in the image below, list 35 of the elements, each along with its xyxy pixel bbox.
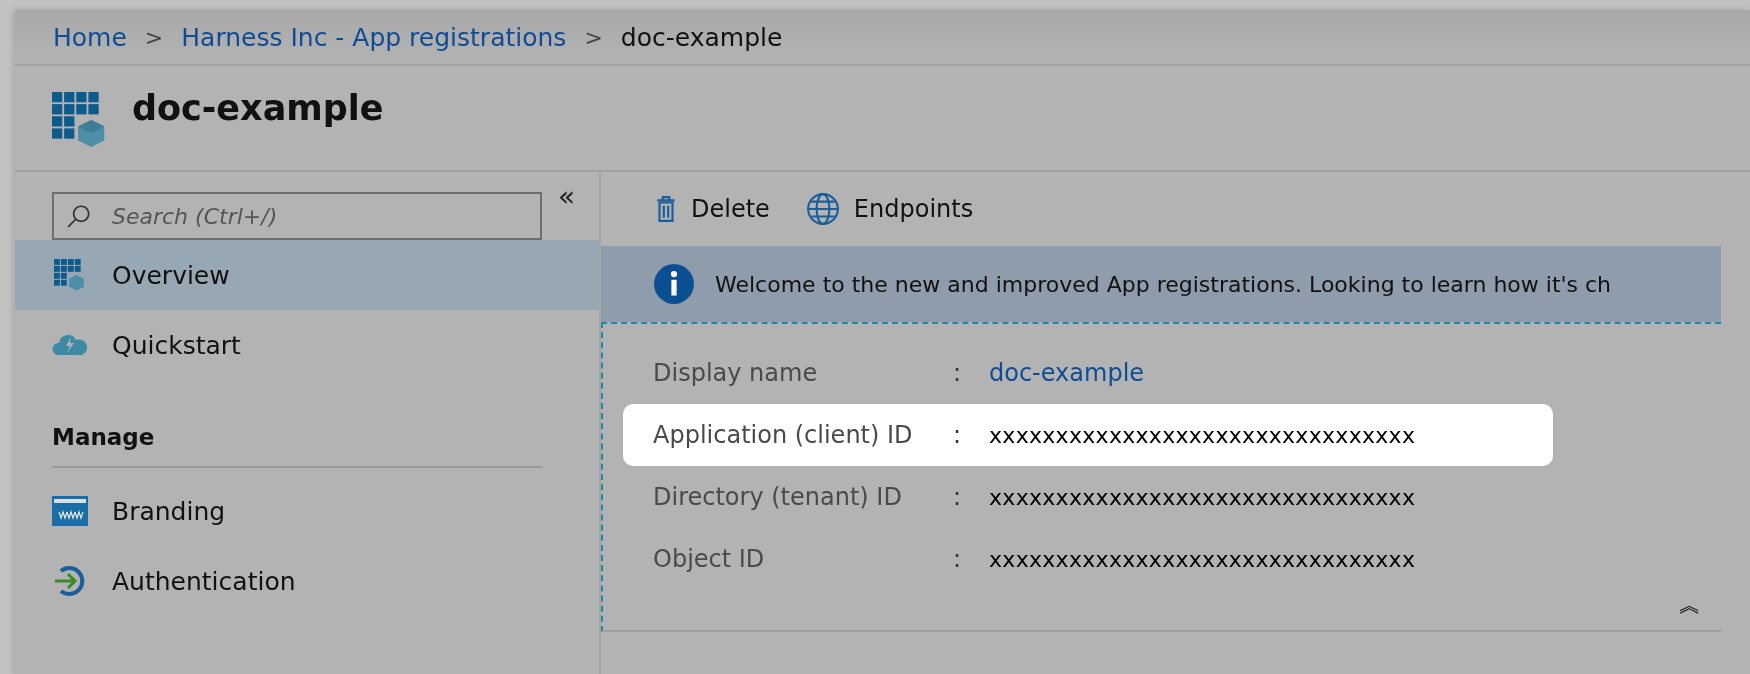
breadcrumb-separator: >	[144, 24, 164, 50]
breadcrumb-separator: >	[584, 24, 603, 50]
field-value: xxxxxxxxxxxxxxxxxxxxxxxxxxxxxxxx	[989, 546, 1416, 572]
breadcrumb-link[interactable]: Home	[53, 22, 127, 52]
nav-item[interactable]: Overview	[15, 240, 599, 310]
cloud-bolt-icon	[52, 333, 88, 357]
field-value-link[interactable]: doc-example	[989, 359, 1145, 387]
field-label: Application (client) ID	[653, 421, 914, 449]
field-value: xxxxxxxxxxxxxxxxxxxxxxxxxxxxxxxx	[989, 484, 1416, 510]
colon: :	[953, 545, 963, 573]
section-heading: Manage	[51, 424, 156, 450]
nav-item[interactable]: Branding	[15, 476, 599, 546]
breadcrumb-link[interactable]: Harness Inc - App registrations	[181, 22, 567, 52]
colon: :	[953, 483, 963, 511]
globe-icon	[805, 192, 840, 226]
nav-item[interactable]: Quickstart	[15, 310, 599, 380]
field-label: Object ID	[653, 545, 766, 573]
colon: :	[953, 421, 963, 449]
search-icon	[66, 203, 92, 229]
breadcrumb-current: doc-example	[620, 22, 783, 52]
trash-icon	[655, 196, 677, 222]
colon: :	[953, 359, 963, 387]
field-label: Display name	[653, 359, 819, 387]
banner-text: Welcome to the new and improved App registrations. Looking to learn how it's ch	[715, 271, 1612, 297]
delete-button[interactable]: Delete	[655, 195, 770, 223]
endpoints-button[interactable]: Endpoints	[805, 192, 974, 226]
search-field[interactable]: Search (Ctrl+/)	[52, 192, 542, 240]
page-title: doc-example	[132, 88, 384, 128]
web-page-icon	[52, 496, 88, 526]
field-label: Directory (tenant) ID	[653, 483, 903, 511]
collapse-details-button[interactable]: ︽	[1679, 590, 1701, 620]
field-value: xxxxxxxxxxxxxxxxxxxxxxxxxxxxxxxx	[989, 422, 1416, 448]
collapse-sidebar-button[interactable]: «	[558, 180, 576, 213]
nav-item[interactable]: Authentication	[15, 546, 599, 616]
info-icon	[653, 263, 695, 305]
